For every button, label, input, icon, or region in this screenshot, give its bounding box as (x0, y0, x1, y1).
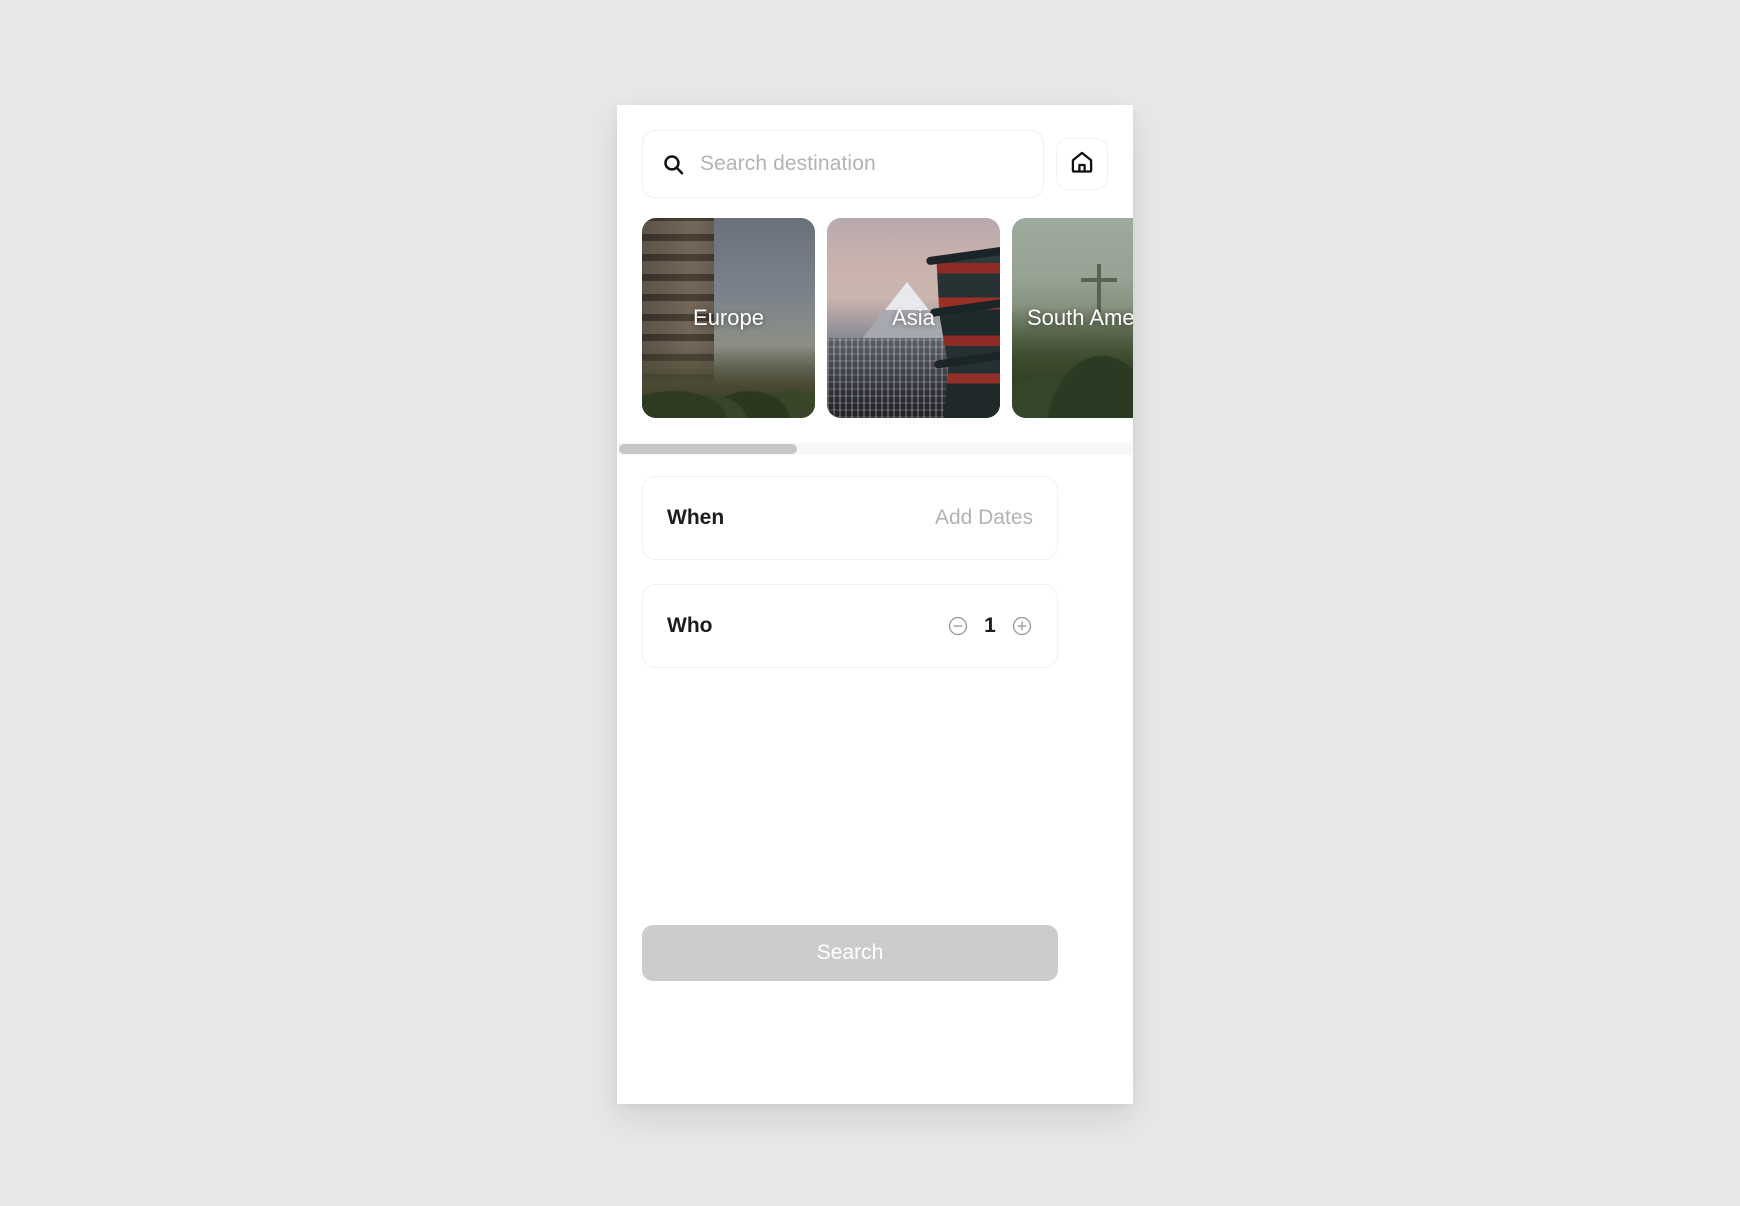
guest-stepper: 1 (947, 614, 1033, 638)
carousel-scrollbar[interactable] (617, 443, 1133, 455)
who-label: Who (667, 614, 713, 637)
destination-label: South America (1026, 305, 1133, 331)
when-row[interactable]: When Add Dates (642, 476, 1058, 560)
destination-card-europe[interactable]: Europe (642, 218, 815, 418)
destination-label: Asia (892, 305, 935, 331)
app-panel: Search destination Europe Asia South Ame… (617, 105, 1133, 1104)
add-dates-value[interactable]: Add Dates (935, 506, 1033, 530)
guest-count: 1 (984, 614, 996, 637)
home-button[interactable] (1056, 138, 1108, 190)
when-label: When (667, 506, 725, 529)
destination-card-south-america[interactable]: South America (1012, 218, 1133, 418)
search-input[interactable]: Search destination (642, 130, 1044, 198)
search-submit-button[interactable]: Search (642, 925, 1058, 981)
destination-card-asia[interactable]: Asia (827, 218, 1000, 418)
search-row: Search destination (642, 129, 1108, 199)
search-submit-label: Search (816, 941, 884, 964)
search-icon (661, 152, 686, 177)
who-row: Who 1 (642, 584, 1058, 668)
carousel-track: Europe Asia South Ame (617, 218, 1133, 418)
destination-carousel[interactable]: Europe Asia South Ame (617, 218, 1133, 418)
home-icon (1069, 149, 1095, 180)
search-placeholder-text: Search destination (700, 152, 876, 175)
destination-label: Europe (693, 305, 764, 331)
screen: Search destination Europe Asia South Ame… (0, 0, 1740, 1206)
minus-circle-icon[interactable] (947, 615, 969, 637)
plus-circle-icon[interactable] (1011, 615, 1033, 637)
carousel-scrollbar-thumb[interactable] (619, 444, 797, 454)
